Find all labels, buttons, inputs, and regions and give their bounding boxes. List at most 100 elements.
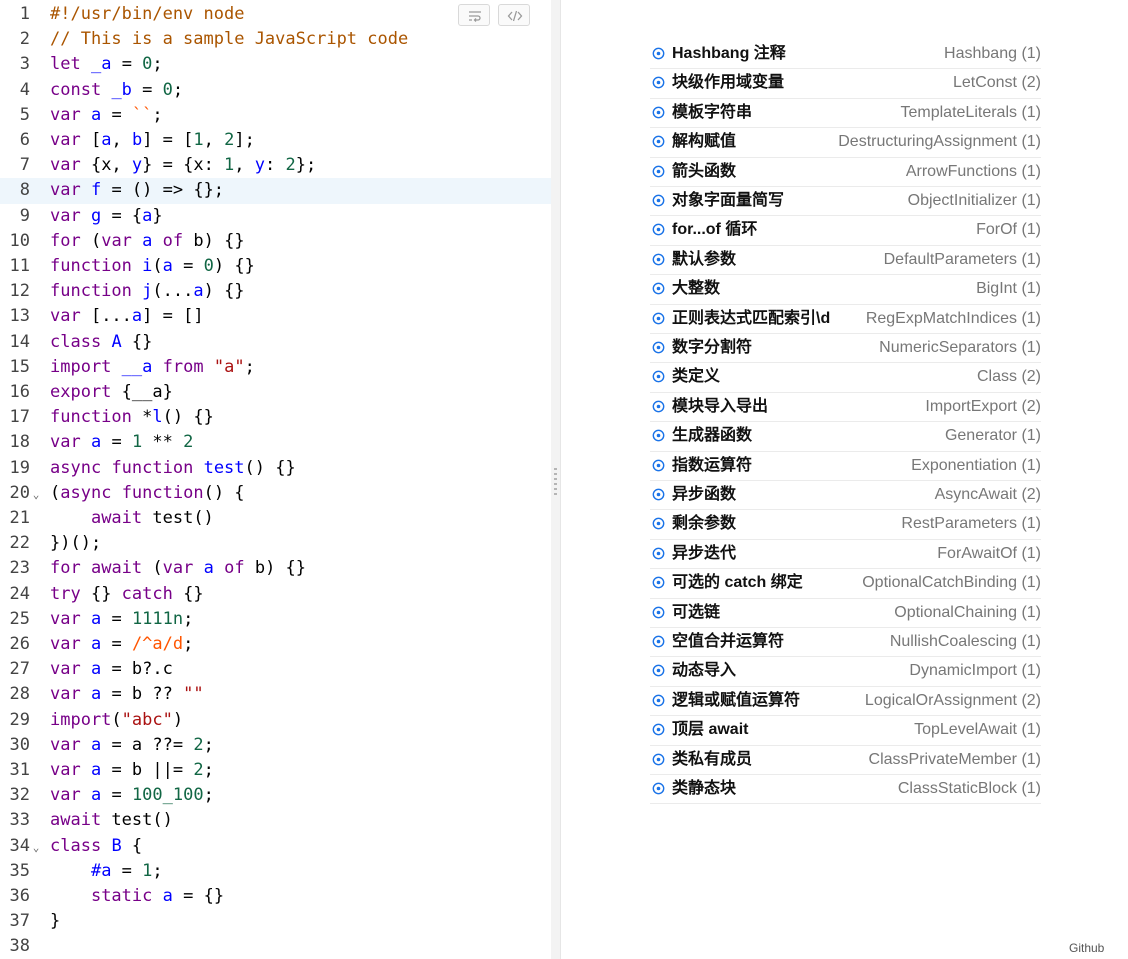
target-circle-icon (652, 312, 665, 324)
feature-item[interactable]: 模块导入导出 ImportExport (2) (650, 393, 1041, 423)
feature-item[interactable]: 空值合并运算符 NullishCoalescing (1) (650, 628, 1041, 658)
feature-item[interactable]: 异步函数 AsyncAwait (2) (650, 481, 1041, 511)
feature-item[interactable]: 可选链 OptionalChaining (1) (650, 599, 1041, 628)
feature-item[interactable]: Hashbang 注释 Hashbang (1) (650, 40, 1041, 70)
code-line[interactable]: 10 for (var a of b) {} (0, 229, 551, 254)
code-line[interactable]: 31 var a = b ||= 2; (0, 758, 551, 783)
feature-name-zh: 指数运算符 (672, 456, 753, 474)
code-line[interactable]: 15 import __a from "a"; (0, 355, 551, 380)
code-line[interactable]: 35 #a = 1; (0, 859, 551, 884)
github-link[interactable]: Github (1069, 941, 1104, 955)
feature-item[interactable]: for...of 循环 ForOf (1) (650, 216, 1041, 246)
code-line[interactable]: 37} (0, 909, 551, 934)
feature-item[interactable]: 逻辑或赋值运算符 LogicalOrAssignment (2) (650, 687, 1041, 717)
code-view-button[interactable] (498, 4, 530, 26)
feature-item[interactable]: 解构赋值 DestructuringAssignment (1) (650, 128, 1041, 158)
target-circle-icon (652, 165, 665, 177)
code-line[interactable]: 19 async function test() {} (0, 456, 551, 481)
code-line[interactable]: 24 try {} catch {} (0, 582, 551, 607)
code-line[interactable]: 23 for await (var a of b) {} (0, 556, 551, 581)
code-line[interactable]: 36 static a = {} (0, 884, 551, 909)
feature-item[interactable]: 大整数 BigInt (1) (650, 275, 1041, 305)
code-line[interactable]: 7 var {x, y} = {x: 1, y: 2}; (0, 153, 551, 178)
code-line[interactable]: 26 var a = /^a/d; (0, 632, 551, 657)
feature-item[interactable]: 生成器函数 Generator (1) (650, 422, 1041, 452)
code-token: 1111n (131, 608, 184, 629)
code-token: for (50, 558, 81, 579)
code-line[interactable]: 33 await test() (0, 808, 551, 833)
feature-item[interactable]: 类私有成员 ClassPrivateMember (1) (650, 746, 1041, 775)
code-line[interactable]: 5 var a = ``; (0, 103, 551, 128)
feature-item[interactable]: 异步迭代 ForAwaitOf (1) (650, 540, 1041, 570)
code-token: async (60, 482, 112, 503)
feature-item[interactable]: 指数运算符 Exponentiation (1) (650, 452, 1041, 481)
code-line[interactable]: 16 export {__a} (0, 380, 551, 405)
target-circle-icon (652, 547, 665, 560)
splitter-grip (554, 488, 557, 490)
code-line[interactable]: 30 var a = a ??= 2; (0, 733, 551, 758)
code-line[interactable]: 14 class A {} (0, 330, 551, 355)
code-line[interactable]: 12 function j(...a) {} (0, 279, 551, 304)
code-text: function i(a = 0) {} (50, 254, 255, 279)
feature-item[interactable]: 动态导入 DynamicImport (1) (650, 657, 1041, 687)
code-line[interactable]: 22})(); (0, 531, 551, 556)
code-line[interactable]: 28 var a = b ?? "" (0, 682, 551, 707)
wrap-lines-button[interactable] (458, 4, 490, 26)
feature-name-en: TopLevelAwait (1) (914, 721, 1041, 739)
code-editor[interactable]: 1 #!/usr/bin/env node 2 // This is a sample… (0, 0, 552, 959)
code-token: test() (142, 508, 214, 528)
code-line[interactable]: 13 var [...a] = [] (0, 304, 551, 329)
code-line[interactable]: 18 var a = 1 ** 2 (0, 430, 551, 455)
code-line[interactable]: 21 await test() (0, 506, 551, 531)
code-line[interactable]: 11 function i(a = 0) {} (0, 254, 551, 279)
feature-item[interactable]: 块级作用域变量 LetConst (2) (650, 69, 1041, 99)
feature-item[interactable]: 可选的 catch 绑定 OptionalCatchBinding (1) (650, 569, 1041, 599)
feature-item[interactable]: 对象字面量简写 ObjectInitializer (1) (650, 187, 1041, 217)
code-token: 100_100 (131, 785, 204, 806)
feature-item[interactable]: 模板字符串 TemplateLiterals (1) (650, 99, 1041, 129)
code-line[interactable]: 2 // This is a sample JavaScript code (0, 27, 551, 52)
code-token: const (50, 79, 102, 100)
code-token: a (162, 886, 173, 906)
code-line[interactable]: 9 var g = {a} (0, 204, 551, 229)
code-token: {__a} (111, 382, 173, 402)
code-text: var a = 100_100; (50, 783, 214, 808)
code-line[interactable]: 4 const _b = 0; (0, 78, 551, 103)
splitter-grip (554, 493, 557, 495)
code-text: import __a from "a"; (50, 355, 255, 380)
feature-item[interactable]: 类定义 Class (2) (650, 363, 1041, 393)
fold-marker-icon[interactable]: ⌄ (31, 482, 41, 502)
feature-item[interactable]: 数字分割符 NumericSeparators (1) (650, 334, 1041, 364)
code-line[interactable]: 29 import("abc") (0, 708, 551, 733)
fold-marker-icon[interactable]: ⌄ (31, 835, 41, 855)
code-line[interactable]: 8 var f = () => {}; (0, 178, 551, 204)
feature-item[interactable]: 顶层 await TopLevelAwait (1) (650, 716, 1041, 746)
code-line[interactable]: 3 let _a = 0; (0, 52, 551, 77)
code-line[interactable]: 20 ⌄ (async function() { (0, 481, 551, 506)
feature-name-en: ClassPrivateMember (1) (868, 750, 1041, 768)
code-token: a (90, 608, 102, 629)
code-line[interactable]: 17 function *l() {} (0, 405, 551, 430)
line-number: 20 (9, 482, 30, 503)
feature-item[interactable]: 类静态块 ClassStaticBlock (1) (650, 775, 1041, 805)
target-circle-icon (652, 370, 665, 383)
code-line[interactable]: 25 var a = 1111n; (0, 607, 551, 632)
code-line[interactable]: 32 var a = 100_100; (0, 783, 551, 808)
code-line[interactable]: 34 ⌄ class B { (0, 834, 551, 859)
feature-item[interactable]: 默认参数 DefaultParameters (1) (650, 246, 1041, 276)
feature-item[interactable]: 剩余参数 RestParameters (1) (650, 510, 1041, 540)
code-text: var [...a] = [] (50, 304, 204, 329)
code-line[interactable]: 38 (0, 934, 551, 959)
code-line[interactable]: 27 var a = b?.c (0, 657, 551, 682)
code-line[interactable]: 6 var [a, b] = [1, 2]; (0, 128, 551, 153)
code-token: f (90, 180, 102, 201)
line-number: 4 (19, 79, 30, 100)
code-token: ; (244, 356, 255, 377)
feature-item[interactable]: 正则表达式匹配索引\d RegExpMatchIndices (1) (650, 305, 1041, 334)
feature-item[interactable]: 箭头函数 ArrowFunctions (1) (650, 158, 1041, 187)
